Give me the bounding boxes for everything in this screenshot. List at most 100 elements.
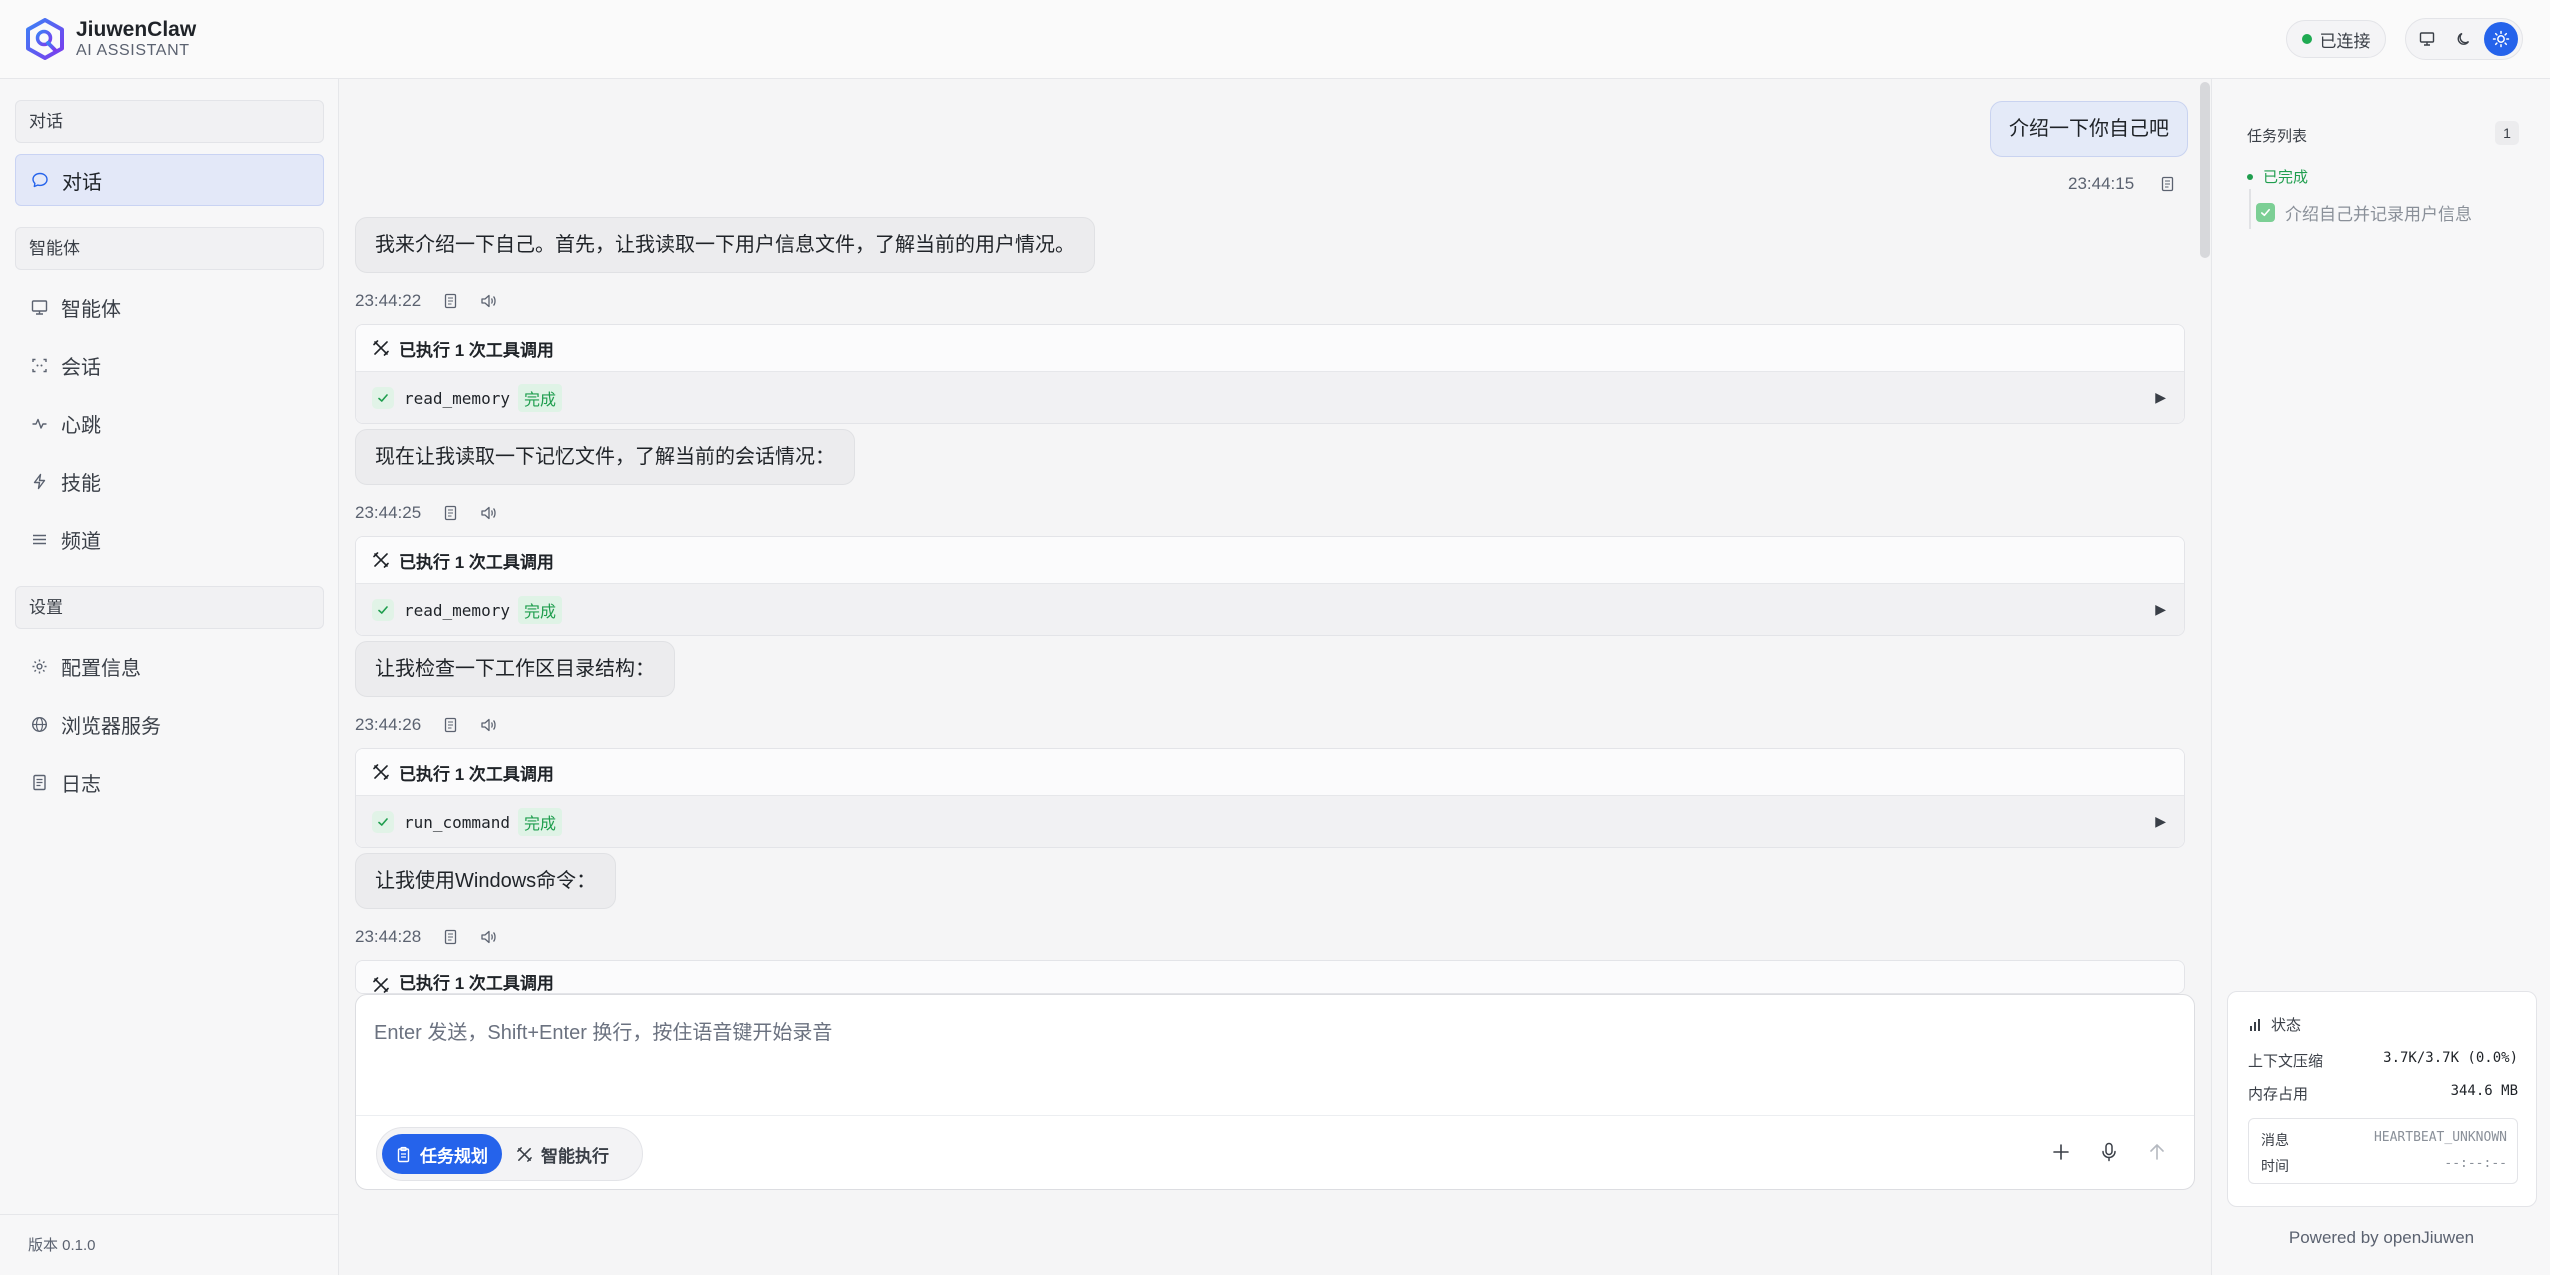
tool-call-header[interactable]: 已执行 1 次工具调用 [356, 537, 2184, 584]
copy-button[interactable] [443, 293, 458, 309]
tools-icon [373, 552, 389, 568]
tool-call-header[interactable]: 已执行 1 次工具调用 [356, 325, 2184, 372]
status-card: 状态 上下文压缩 3.7K/3.7K (0.0%) 内存占用 344.6 MB … [2227, 991, 2537, 1207]
copy-button[interactable] [443, 929, 458, 945]
expand-arrow-icon[interactable]: ▶ [2155, 389, 2166, 406]
assistant-message-bubble: 让我检查一下工作区目录结构： [355, 641, 675, 697]
mode-label: 智能执行 [541, 1146, 609, 1166]
copy-icon [445, 505, 457, 521]
moon-icon [2457, 32, 2470, 45]
speak-button[interactable] [480, 717, 498, 733]
monitor-icon [31, 299, 47, 315]
status-card-title-label: 状态 [2271, 1017, 2302, 1034]
copy-button[interactable] [443, 505, 458, 521]
session-icon [31, 358, 47, 372]
check-icon [372, 811, 394, 833]
tool-call-card: 已执行 1 次工具调用 run_command 完成 ▶ [355, 748, 2185, 848]
user-message-meta: 23:44:15 [2068, 174, 2175, 194]
status-dot-icon [2301, 34, 2312, 44]
clipboard-icon [397, 1146, 410, 1162]
sidebar-item-config[interactable]: 配置信息 [15, 640, 324, 692]
copy-icon [445, 293, 457, 309]
context-compress-value: 3.7K/3.7K (0.0%) [2383, 1050, 2518, 1066]
memory-usage-value: 344.6 MB [2450, 1083, 2518, 1099]
speak-button[interactable] [480, 293, 498, 309]
tools-icon [517, 1146, 532, 1162]
heartbeat-time-row: 时间 --:--:-- [2261, 1156, 2507, 1176]
copy-icon [2162, 176, 2174, 192]
composer-actions [2028, 1137, 2172, 1167]
message-input[interactable] [374, 1013, 2164, 1053]
globe-icon [31, 716, 47, 732]
sidebar-item-label: 智能体 [61, 298, 121, 321]
send-button[interactable] [2142, 1137, 2172, 1167]
connection-status-badge: 已连接 [2286, 20, 2386, 58]
theme-light-button[interactable] [2483, 22, 2518, 56]
tool-call-row[interactable]: read_memory 完成 ▶ [356, 584, 2184, 635]
message-composer: 任务规划 智能执行 [355, 994, 2195, 1190]
assistant-message-bubble: 让我使用Windows命令： [355, 853, 617, 909]
assistant-message-meta: 23:44:25 [355, 503, 498, 523]
sidebar-item-label: 心跳 [61, 414, 101, 437]
tools-icon [373, 764, 389, 780]
timeline-line [2249, 189, 2251, 229]
chat-scrollbar[interactable] [2200, 82, 2210, 258]
sidebar-item-channels[interactable]: 频道 [15, 513, 324, 565]
speak-button[interactable] [480, 929, 498, 945]
sidebar-item-browser[interactable]: 浏览器服务 [15, 698, 324, 750]
sidebar-item-label: 浏览器服务 [61, 715, 161, 738]
monitor-icon [2420, 32, 2435, 46]
tool-call-row[interactable]: run_command 完成 ▶ [356, 796, 2184, 847]
speaker-icon [481, 506, 496, 520]
tool-call-row[interactable]: read_memory 完成 ▶ [356, 372, 2184, 423]
task-list-title: 任务列表 [2247, 128, 2308, 145]
sidebar-item-agents[interactable]: 智能体 [15, 281, 324, 333]
tool-call-header[interactable]: 已执行 1 次工具调用 [356, 749, 2184, 796]
document-icon [32, 774, 46, 790]
smart-execute-mode-button[interactable]: 智能执行 [502, 1134, 623, 1174]
assistant-message-bubble: 我来介绍一下自己。首先，让我读取一下用户信息文件，了解当前的用户情况。 [355, 217, 1095, 273]
assistant-message-bubble: 现在让我读取一下记忆文件，了解当前的会话情况： [355, 429, 855, 485]
status-badge: 完成 [517, 596, 562, 624]
message-time: 23:44:22 [355, 291, 422, 310]
sidebar-item-chat[interactable]: 对话 [15, 154, 324, 206]
sidebar-item-sessions[interactable]: 会话 [15, 339, 324, 391]
task-status-label: 已完成 [2263, 169, 2309, 186]
sidebar-item-label: 会话 [61, 356, 101, 379]
sidebar-item-skills[interactable]: 技能 [15, 455, 324, 507]
theme-system-button[interactable] [2410, 22, 2444, 56]
heartbeat-icon [32, 418, 46, 429]
speak-button[interactable] [480, 505, 498, 521]
task-item[interactable]: 介绍自己并记录用户信息 [2256, 200, 2472, 225]
tool-call-card: 已执行 1 次工具调用 read_memory 完成 ▶ [355, 536, 2185, 636]
theme-dark-button[interactable] [2447, 22, 2481, 56]
check-icon [372, 599, 394, 621]
context-compress-label: 上下文压缩 [2248, 1053, 2324, 1070]
sidebar-item-logs[interactable]: 日志 [15, 756, 324, 808]
voice-button[interactable] [2094, 1137, 2124, 1167]
tool-call-card: 已执行 1 次工具调用 read_memory 完成 ▶ [355, 324, 2185, 424]
copy-button[interactable] [2160, 176, 2175, 192]
message-time: 23:44:26 [355, 715, 422, 734]
expand-arrow-icon[interactable]: ▶ [2155, 601, 2166, 618]
app-subtitle: AI ASSISTANT [76, 42, 190, 59]
speaker-icon [481, 294, 496, 308]
check-icon [372, 387, 394, 409]
lightning-icon [33, 473, 45, 489]
powered-by-label: Powered by openJiuwen [2288, 1228, 2475, 1247]
brand: JiuwenClaw AI ASSISTANT [24, 18, 196, 60]
task-count-badge: 1 [2495, 121, 2519, 145]
sidebar-item-heartbeat[interactable]: 心跳 [15, 397, 324, 449]
sidebar-item-label: 日志 [61, 773, 101, 796]
attach-button[interactable] [2046, 1137, 2076, 1167]
status-badge: 完成 [517, 384, 562, 412]
tool-name: read_memory [404, 388, 510, 408]
copy-button[interactable] [443, 717, 458, 733]
message-time: 23:44:28 [355, 927, 422, 946]
copy-icon [445, 717, 457, 733]
task-panel: 任务列表 1 已完成 介绍自己并记录用户信息 状态 上下文压缩 3.7K/3.7… [2211, 79, 2550, 1275]
tools-icon [373, 977, 389, 993]
tool-call-header[interactable]: 已执行 1 次工具调用 [356, 961, 2184, 993]
task-planning-mode-button[interactable]: 任务规划 [382, 1134, 502, 1174]
expand-arrow-icon[interactable]: ▶ [2155, 813, 2166, 830]
